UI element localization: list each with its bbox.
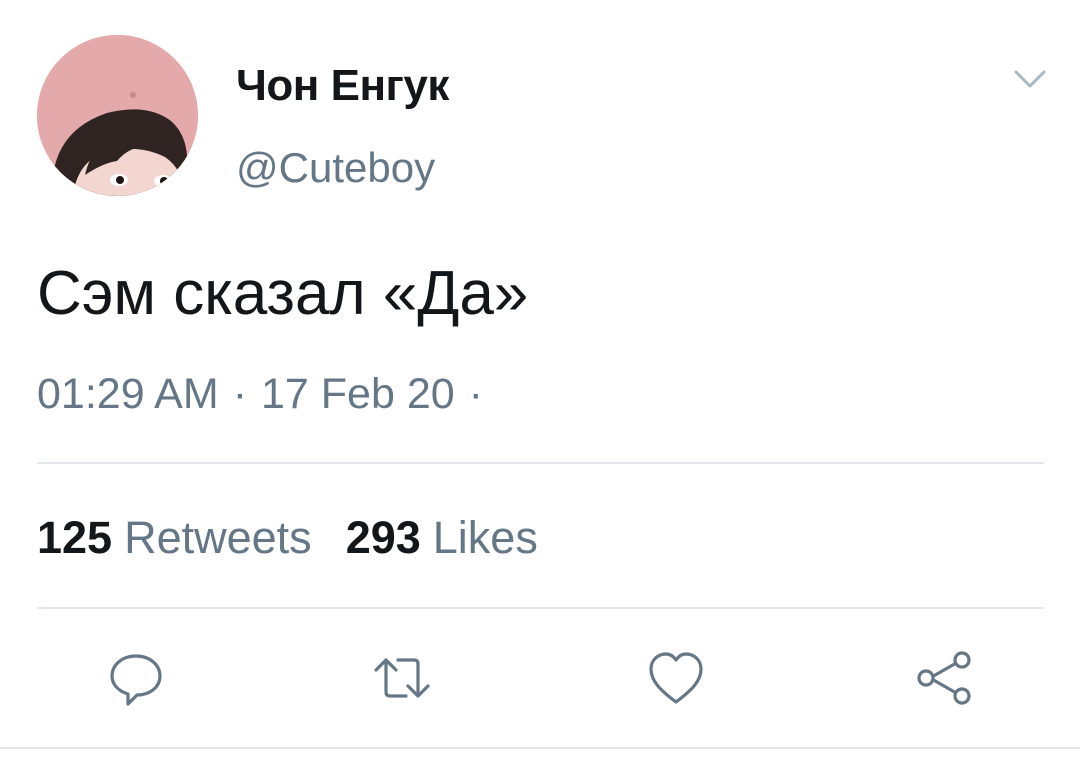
divider [37,607,1044,609]
tweet-stats: 125 Retweets 293 Likes [37,510,538,566]
retweets-label: Retweets [124,512,312,563]
divider [0,747,1080,749]
like-button[interactable] [646,648,706,708]
share-button[interactable] [914,648,974,708]
heart-icon [649,652,703,704]
tweet-text: Сэм сказал «Да» [37,259,529,328]
author-display-name[interactable]: Чон Енгук [236,60,449,112]
reply-button[interactable] [106,648,166,708]
divider [37,462,1044,464]
chevron-down-icon [1014,70,1046,88]
tweet-card: Чон Енгук @Cuteboy Сэм сказал «Да» 01:29… [0,0,1080,770]
likes-count: 293 [345,512,421,563]
likes-label: Likes [432,512,538,563]
author-handle[interactable]: @Cuteboy [236,142,435,194]
meta-separator: · [232,370,248,418]
avatar[interactable] [37,35,198,196]
speech-bubble-icon [110,654,162,706]
tweet-date[interactable]: 17 Feb 20 [261,370,455,418]
tweet-time[interactable]: 01:29 AM [37,370,219,418]
meta-separator-trailing: · [468,370,483,418]
retweet-arrows-icon [374,658,430,698]
likes-stat[interactable]: 293 Likes [346,510,538,566]
retweets-count: 125 [37,512,113,563]
tweet-timestamp: 01:29 AM · 17 Feb 20 · [37,366,497,422]
avatar-photo-icon [37,35,198,196]
share-nodes-icon [917,651,971,705]
retweets-stat[interactable]: 125 Retweets [37,510,312,566]
tweet-menu-button[interactable] [1012,64,1048,92]
retweet-button[interactable] [372,648,432,708]
